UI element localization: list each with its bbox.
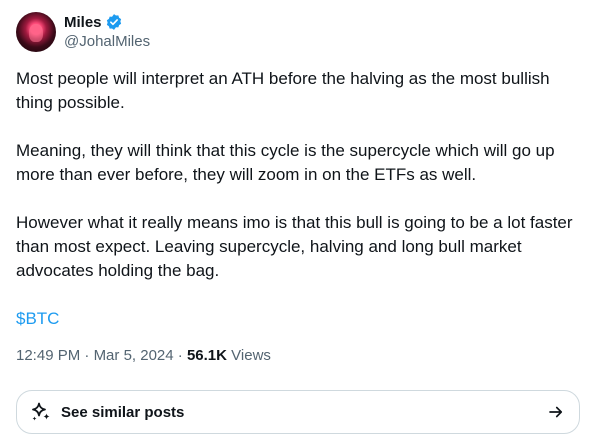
post-paragraph: Meaning, they will think that this cycle… (16, 141, 555, 184)
post-header: Miles @JohalMiles (16, 12, 150, 52)
views-label: Views (231, 347, 271, 364)
post-time[interactable]: 12:49 PM (16, 347, 80, 364)
see-similar-posts-button[interactable]: See similar posts (16, 390, 580, 434)
see-similar-posts-label: See similar posts (61, 403, 185, 421)
author-info: Miles @JohalMiles (64, 12, 150, 52)
arrow-right-icon (547, 403, 565, 421)
post-meta: 12:49 PM · Mar 5, 2024 · 56.1K Views (16, 346, 271, 366)
name-row: Miles (64, 12, 150, 32)
post-date[interactable]: Mar 5, 2024 (94, 347, 174, 364)
sparkle-icon (29, 400, 53, 424)
display-name[interactable]: Miles (64, 14, 102, 31)
post-paragraph: However what it really means imo is that… (16, 213, 573, 280)
user-handle[interactable]: @JohalMiles (64, 32, 150, 52)
post-paragraph: Most people will interpret an ATH before… (16, 69, 550, 112)
views-count: 56.1K (186, 347, 227, 364)
meta-separator: · (84, 347, 90, 364)
avatar[interactable] (16, 12, 56, 52)
post-body: Most people will interpret an ATH before… (16, 67, 576, 331)
cashtag-link[interactable]: $BTC (16, 307, 576, 331)
verified-badge-icon[interactable] (105, 13, 123, 31)
meta-separator: · (177, 347, 183, 364)
